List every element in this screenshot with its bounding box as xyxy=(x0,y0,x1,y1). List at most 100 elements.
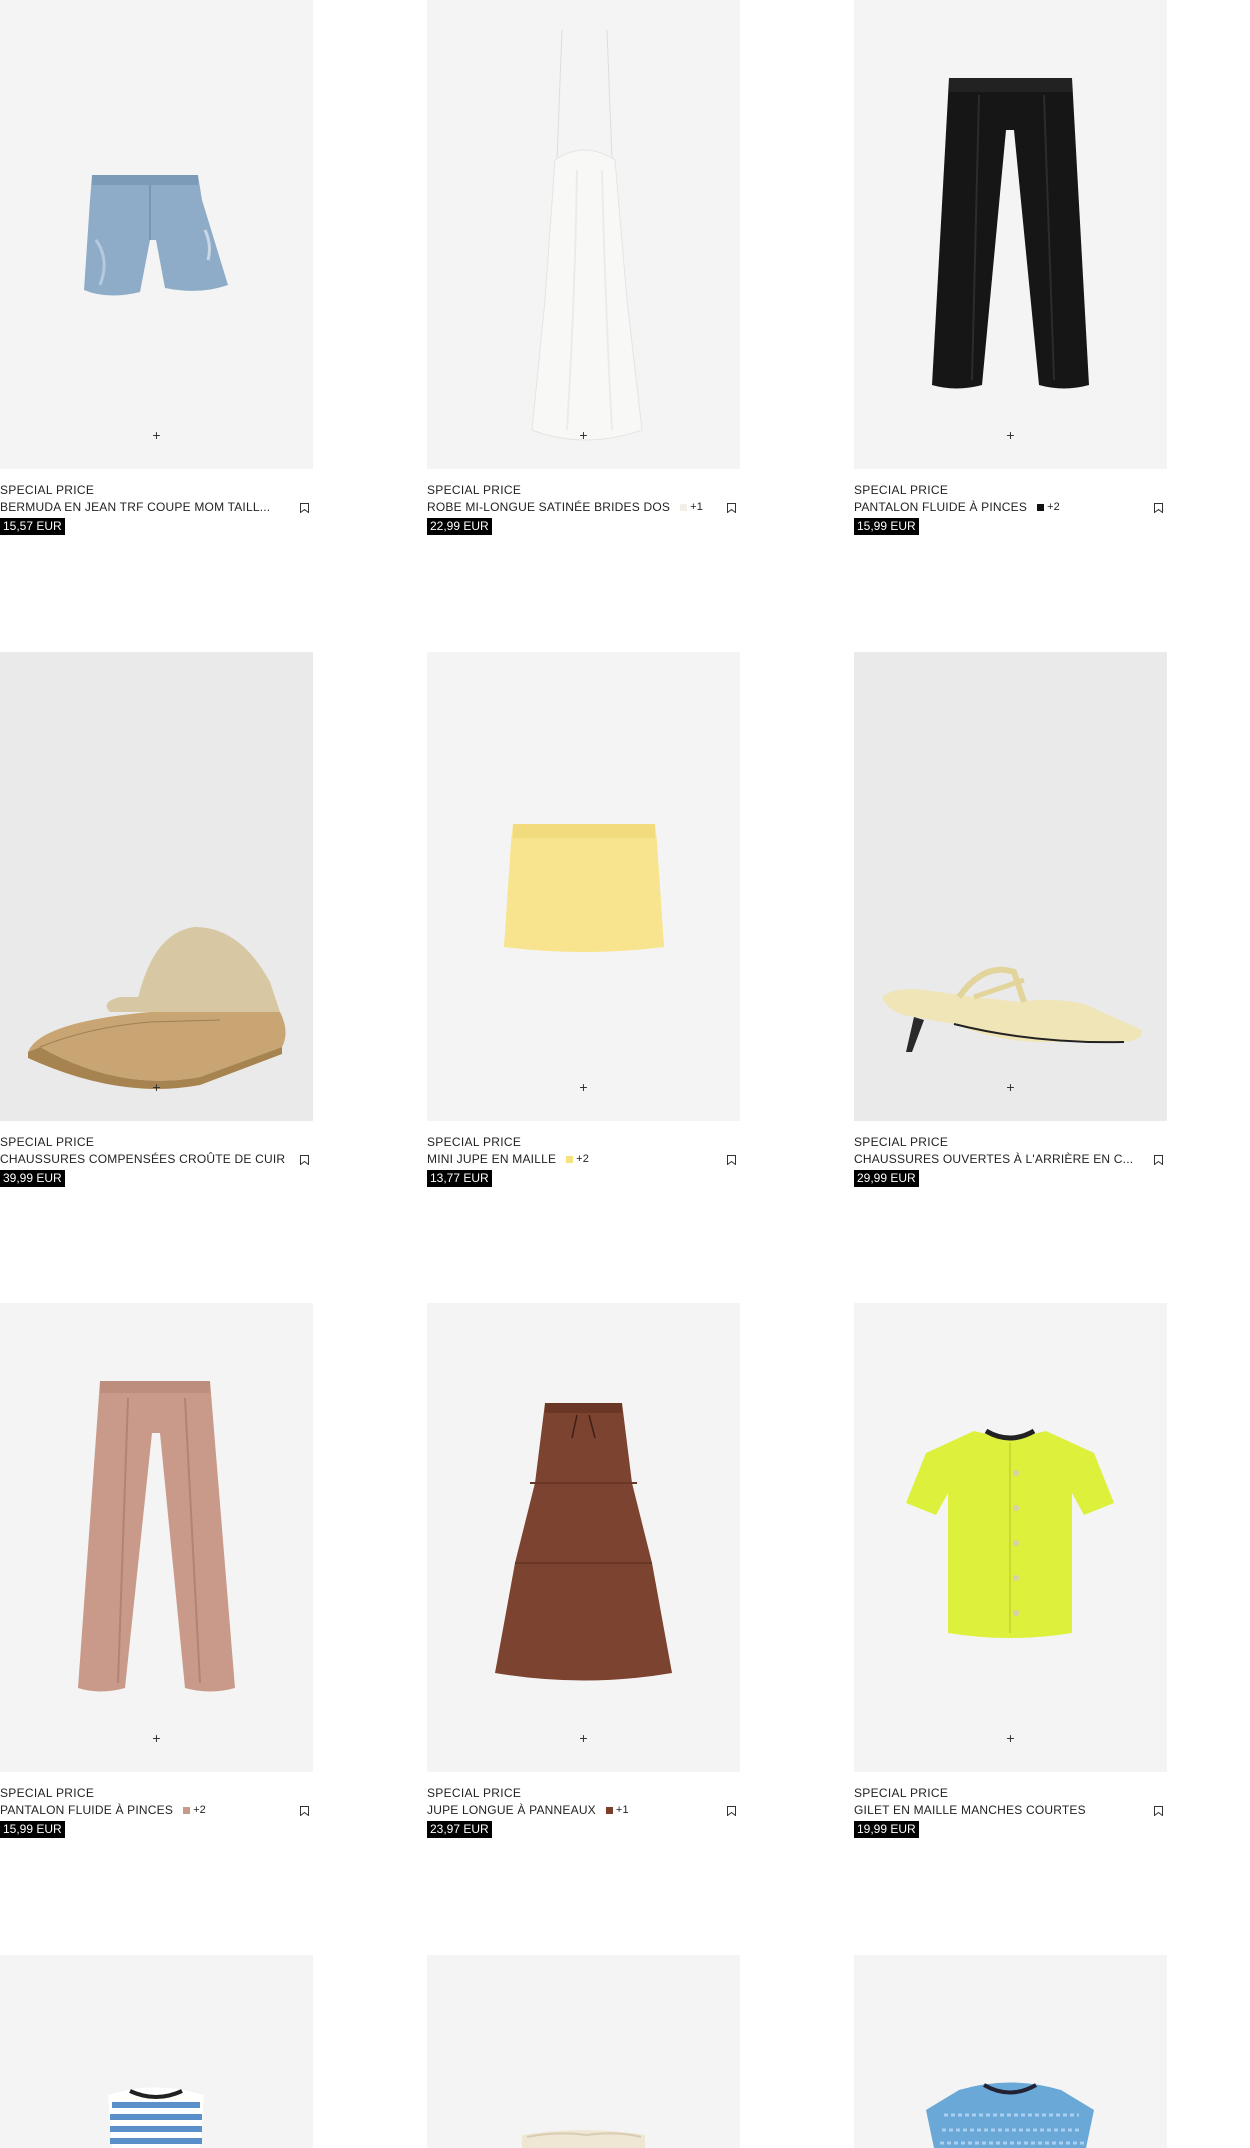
add-to-cart-button[interactable]: + xyxy=(1001,1077,1021,1097)
product-price: 23,97 EUR xyxy=(427,1821,492,1838)
blue-knit-top-image xyxy=(926,2082,1094,2148)
product-image[interactable] xyxy=(854,1955,1167,2148)
product-image[interactable] xyxy=(0,1955,313,2148)
product-grid: + SPECIAL PRICE BERMUDA EN JEAN TRF COUP… xyxy=(0,0,1250,2148)
product-image[interactable]: + xyxy=(854,0,1167,469)
bookmark-icon[interactable] xyxy=(300,1155,309,1165)
pink-trousers-image xyxy=(78,1381,235,1692)
product-name[interactable]: CHAUSSURES OUVERTES À L'ARRIÈRE EN C... xyxy=(854,1150,1133,1169)
product-name-row: MINI JUPE EN MAILLE +2 xyxy=(427,1150,740,1169)
color-swatch[interactable] xyxy=(566,1156,574,1163)
product-price: 15,57 EUR xyxy=(0,518,65,535)
product-name-row: JUPE LONGUE À PANNEAUX +1 xyxy=(427,1801,740,1820)
product-card[interactable]: + SPECIAL PRICE JUPE LONGUE À PANNEAUX +… xyxy=(427,1303,740,1838)
product-name-row: ROBE MI-LONGUE SATINÉE BRIDES DOS +1 xyxy=(427,498,740,517)
bookmark-icon[interactable] xyxy=(300,1806,309,1816)
product-image[interactable]: + xyxy=(0,0,313,469)
product-name[interactable]: MINI JUPE EN MAILLE xyxy=(427,1150,556,1169)
product-name-row: PANTALON FLUIDE À PINCES +2 xyxy=(854,498,1167,517)
slingback-heels-image xyxy=(882,966,1143,1052)
satin-dress-image xyxy=(531,29,643,441)
product-price: 29,99 EUR xyxy=(854,1170,919,1187)
product-card[interactable]: + SPECIAL PRICE PANTALON FLUIDE À PINCES… xyxy=(0,1303,313,1838)
lime-cardigan-image xyxy=(906,1428,1114,1638)
product-card[interactable]: + SPECIAL PRICE GILET EN MAILLE MANCHES … xyxy=(854,1303,1167,1838)
product-card[interactable]: + SPECIAL PRICE CHAUSSURES OUVERTES À L'… xyxy=(854,652,1167,1187)
add-to-cart-button[interactable]: + xyxy=(147,1728,167,1748)
product-price: 39,99 EUR xyxy=(0,1170,65,1187)
bookmark-icon[interactable] xyxy=(1154,1155,1163,1165)
product-name-row: BERMUDA EN JEAN TRF COUPE MOM TAILL... xyxy=(0,498,313,517)
product-name[interactable]: JUPE LONGUE À PANNEAUX xyxy=(427,1801,596,1820)
wedge-sandal-image xyxy=(28,927,286,1089)
color-swatch[interactable] xyxy=(605,1807,613,1814)
add-to-cart-button[interactable]: + xyxy=(147,425,167,445)
color-swatch[interactable] xyxy=(680,504,688,511)
more-colors-count: +2 xyxy=(1047,501,1061,513)
product-price: 15,99 EUR xyxy=(0,1821,65,1838)
product-card[interactable]: + SPECIAL PRICE PANTALON FLUIDE À PINCES… xyxy=(854,0,1167,535)
add-to-cart-button[interactable]: + xyxy=(147,1077,167,1097)
add-to-cart-button[interactable]: + xyxy=(574,425,594,445)
product-image[interactable]: + xyxy=(0,652,313,1121)
add-to-cart-button[interactable]: + xyxy=(574,1077,594,1097)
bookmark-icon[interactable] xyxy=(1154,503,1163,513)
product-card[interactable]: + SPECIAL PRICE CHAUSSURES COMPENSÉES CR… xyxy=(0,652,313,1187)
product-price: 19,99 EUR xyxy=(854,1821,919,1838)
product-image[interactable]: + xyxy=(427,652,740,1121)
special-price-label: SPECIAL PRICE xyxy=(427,483,522,497)
denim-shorts-image xyxy=(84,175,228,296)
special-price-label: SPECIAL PRICE xyxy=(854,1135,949,1149)
more-colors-count: +1 xyxy=(690,501,704,513)
special-price-label: SPECIAL PRICE xyxy=(854,1786,949,1800)
product-card[interactable] xyxy=(0,1955,313,2148)
product-name[interactable]: GILET EN MAILLE MANCHES COURTES xyxy=(854,1801,1086,1820)
product-image[interactable]: + xyxy=(854,1303,1167,1772)
product-price: 22,99 EUR xyxy=(427,518,492,535)
add-to-cart-button[interactable]: + xyxy=(1001,1728,1021,1748)
product-name-row: CHAUSSURES OUVERTES À L'ARRIÈRE EN C... xyxy=(854,1150,1167,1169)
product-image[interactable]: + xyxy=(854,652,1167,1121)
bookmark-icon[interactable] xyxy=(727,503,736,513)
special-price-label: SPECIAL PRICE xyxy=(427,1786,522,1800)
product-card[interactable]: + SPECIAL PRICE BERMUDA EN JEAN TRF COUP… xyxy=(0,0,313,535)
add-to-cart-button[interactable]: + xyxy=(574,1728,594,1748)
product-image[interactable]: + xyxy=(427,1303,740,1772)
product-image[interactable] xyxy=(427,1955,740,2148)
more-colors-count: +1 xyxy=(615,1804,629,1816)
more-colors-count: +2 xyxy=(193,1804,207,1816)
product-card[interactable] xyxy=(427,1955,740,2148)
more-colors-count: +2 xyxy=(576,1153,590,1165)
special-price-label: SPECIAL PRICE xyxy=(0,1786,95,1800)
cream-lace-top-image xyxy=(522,2130,645,2148)
product-name[interactable]: CHAUSSURES COMPENSÉES CROÛTE DE CUIR xyxy=(0,1150,285,1169)
special-price-label: SPECIAL PRICE xyxy=(854,483,949,497)
brown-maxi-skirt-image xyxy=(495,1403,672,1681)
product-name-row: PANTALON FLUIDE À PINCES +2 xyxy=(0,1801,313,1820)
product-name[interactable]: PANTALON FLUIDE À PINCES xyxy=(854,498,1027,517)
bookmark-icon[interactable] xyxy=(300,503,309,513)
striped-tank-image xyxy=(108,2087,204,2148)
product-image[interactable]: + xyxy=(0,1303,313,1772)
product-name-row: GILET EN MAILLE MANCHES COURTES xyxy=(854,1801,1167,1820)
product-price: 15,99 EUR xyxy=(854,518,919,535)
special-price-label: SPECIAL PRICE xyxy=(427,1135,522,1149)
bookmark-icon[interactable] xyxy=(727,1806,736,1816)
special-price-label: SPECIAL PRICE xyxy=(0,483,95,497)
special-price-label: SPECIAL PRICE xyxy=(0,1135,95,1149)
product-name[interactable]: BERMUDA EN JEAN TRF COUPE MOM TAILL... xyxy=(0,498,270,517)
product-image[interactable]: + xyxy=(427,0,740,469)
product-name-row: CHAUSSURES COMPENSÉES CROÛTE DE CUIR xyxy=(0,1150,313,1169)
add-to-cart-button[interactable]: + xyxy=(1001,425,1021,445)
product-name[interactable]: PANTALON FLUIDE À PINCES xyxy=(0,1801,173,1820)
color-swatch[interactable] xyxy=(183,1807,191,1814)
product-name[interactable]: ROBE MI-LONGUE SATINÉE BRIDES DOS xyxy=(427,498,670,517)
product-card[interactable]: + SPECIAL PRICE MINI JUPE EN MAILLE +2 1… xyxy=(427,652,740,1187)
yellow-mini-skirt-image xyxy=(504,824,664,952)
product-card[interactable] xyxy=(854,1955,1167,2148)
black-trousers-image xyxy=(932,78,1089,389)
color-swatch[interactable] xyxy=(1037,504,1045,511)
product-card[interactable]: + SPECIAL PRICE ROBE MI-LONGUE SATINÉE B… xyxy=(427,0,740,535)
bookmark-icon[interactable] xyxy=(727,1155,736,1165)
bookmark-icon[interactable] xyxy=(1154,1806,1163,1816)
